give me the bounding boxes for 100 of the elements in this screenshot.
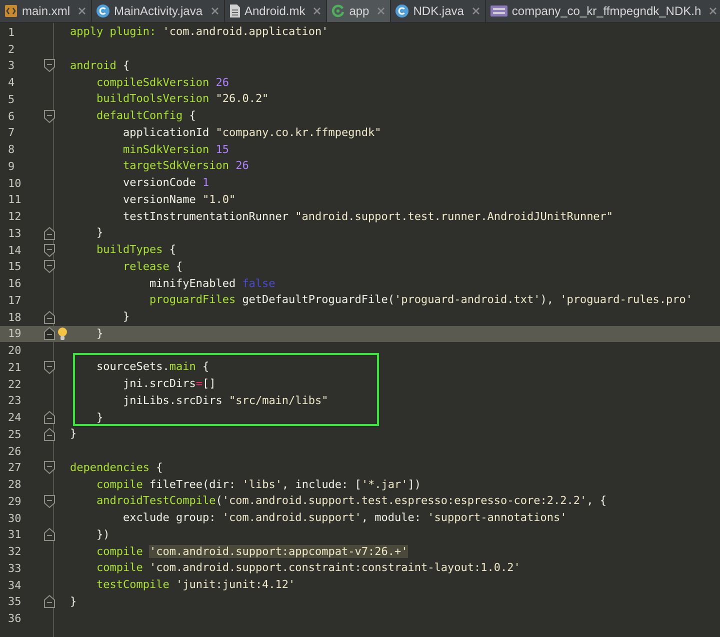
line-number: 1	[7, 26, 16, 39]
line-number: 22	[7, 378, 22, 391]
fold-icon[interactable]	[44, 260, 55, 274]
code-line: jniLibs.srcDirs "src/main/libs"	[122, 392, 328, 409]
code-line: versionCode 1	[122, 175, 210, 192]
code-line: targetSdkVersion 26	[122, 158, 249, 174]
line-number: 5	[7, 92, 16, 106]
code-line: compile 'com.android.support.constraint:constraint-layout:1.0.2'	[95, 560, 520, 576]
line-number: 15	[7, 260, 22, 274]
editor-tab[interactable]: NDK.java	[391, 0, 486, 22]
line-number: 30	[7, 512, 22, 525]
fold-icon[interactable]	[44, 110, 55, 123]
line-number: 29	[7, 494, 22, 508]
code-line: }	[95, 326, 104, 342]
line-number: 11	[7, 193, 22, 206]
code-line: jni.srcDirs=[]	[122, 376, 216, 392]
code-line: minSdkVersion 15	[122, 142, 229, 158]
line-number: 31	[7, 528, 22, 542]
code-line: android {	[70, 58, 130, 74]
code-line: compile 'com.android.support:appcompat-v7:26.+'	[95, 544, 408, 560]
class-icon	[96, 4, 110, 18]
code-line: compileSdkVersion 26	[95, 74, 229, 91]
line-number: 2	[7, 42, 16, 56]
line-number: 36	[7, 612, 22, 626]
xml-file-icon	[4, 4, 18, 18]
class-icon	[395, 4, 410, 18]
line-number: 7	[7, 126, 16, 140]
code-line: minifyEnabled false	[148, 276, 276, 292]
line-number: 3	[7, 59, 16, 72]
code-line: }	[95, 410, 104, 426]
editor-tab[interactable]: main.xml	[0, 0, 92, 22]
code-line: testInstrumentationRunner "android.support.test.runner.AndroidJUnitRunner"	[122, 208, 614, 225]
fold-icon[interactable]	[44, 411, 55, 424]
line-number: 9	[7, 160, 16, 173]
code-line: proguardFiles getDefaultProguardFile('proguard-android.txt'), 'proguard-rules.pro'	[148, 292, 693, 308]
code-line: }	[70, 426, 77, 442]
line-number: 25	[7, 428, 22, 441]
line-number: 35	[7, 595, 22, 608]
code-line: defaultConfig {	[95, 108, 196, 124]
line-number: 32	[7, 545, 22, 558]
close-icon[interactable]	[313, 7, 322, 15]
line-number: 34	[7, 578, 22, 592]
line-number: 16	[7, 277, 22, 290]
fold-icon[interactable]	[44, 528, 55, 542]
code-line: applicationId "company.co.kr.ffmpegndk"	[122, 124, 382, 141]
editor-tab[interactable]: app	[327, 0, 392, 22]
fold-icon[interactable]	[44, 360, 55, 374]
code-line: versionName "1.0"	[122, 192, 236, 208]
code-line: dependencies {	[70, 460, 163, 476]
line-number: 21	[7, 360, 22, 374]
line-number: 14	[7, 244, 22, 257]
line-number: 6	[7, 110, 16, 123]
line-number: 28	[7, 478, 22, 492]
close-icon[interactable]	[78, 7, 86, 15]
code-line: })	[95, 526, 110, 543]
line-number: 20	[7, 344, 22, 358]
editor-tab[interactable]: company_co_kr_ffmpegndk_NDK.h	[486, 0, 720, 22]
line-number: 4	[7, 76, 16, 90]
circular-arrow-icon	[331, 4, 346, 18]
line-number: 19	[7, 327, 22, 340]
close-icon[interactable]	[709, 7, 718, 15]
code-line: buildToolsVersion "26.0.2"	[95, 91, 269, 108]
code-line: sourceSets.main {	[95, 359, 210, 376]
line-number: 8	[7, 143, 16, 156]
line-number: 33	[7, 562, 22, 575]
fold-icon[interactable]	[44, 428, 55, 441]
close-icon[interactable]	[472, 7, 480, 15]
fold-icon[interactable]	[44, 226, 55, 240]
close-icon[interactable]	[210, 7, 218, 15]
fold-icon[interactable]	[44, 59, 55, 72]
code-line: androidTestCompile('com.android.support.test.espresso:espresso-core:2.2.2', {	[95, 493, 606, 510]
line-number: 10	[7, 176, 22, 190]
code-line: }	[70, 594, 77, 610]
editor-tab[interactable]: MainActivity.java	[92, 0, 224, 22]
line-number: 23	[7, 394, 22, 408]
fold-icon[interactable]	[44, 461, 55, 474]
code-line: release {	[122, 258, 183, 275]
code-line: testCompile 'junit:junit:4.12'	[95, 577, 296, 594]
code-line: exclude group: 'com.android.support', module: 'support-annotations'	[122, 510, 567, 526]
fold-icon[interactable]	[44, 244, 55, 257]
line-number: 13	[7, 226, 22, 240]
fold-icon[interactable]	[44, 310, 55, 324]
fold-icon[interactable]	[44, 494, 55, 508]
lightbulb-icon[interactable]	[57, 326, 68, 341]
line-number: 27	[7, 461, 22, 474]
close-icon[interactable]	[377, 7, 386, 15]
line-number: 12	[7, 210, 22, 224]
code-line: }	[95, 225, 104, 242]
line-number: 24	[7, 411, 22, 424]
line-number: 17	[7, 294, 22, 307]
line-number: 26	[7, 444, 22, 458]
code-line: apply plugin: 'com.android.application'	[70, 24, 328, 40]
header-file-icon	[490, 4, 508, 18]
fold-icon[interactable]	[44, 327, 55, 340]
code-line: compile fileTree(dir: 'libs', include: ['*.jar'])	[95, 476, 422, 493]
fold-icon[interactable]	[44, 595, 55, 608]
line-number: 18	[7, 310, 22, 324]
file-icon	[228, 4, 240, 18]
code-line: buildTypes {	[95, 242, 176, 258]
code-line: }	[122, 309, 130, 326]
